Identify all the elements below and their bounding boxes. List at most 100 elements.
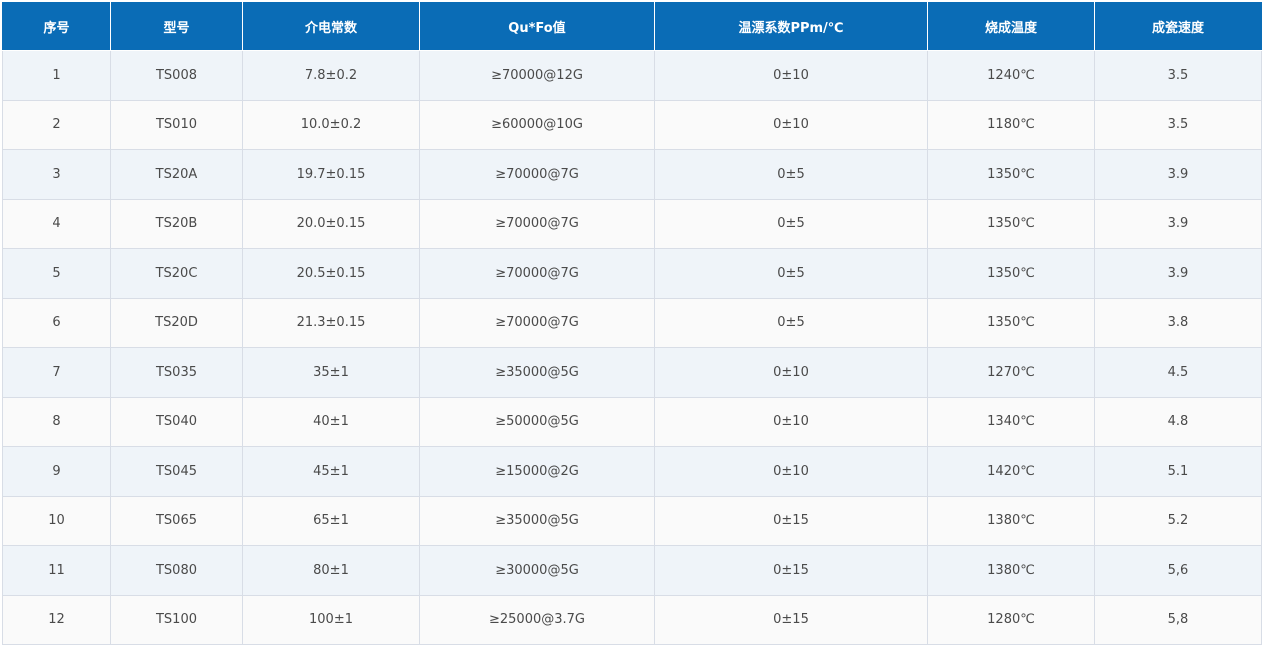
cell-model: TS100 (110, 594, 243, 645)
cell-qu-fo: ≥35000@5G (419, 495, 655, 546)
cell-sintering-temp: 1340℃ (927, 396, 1095, 447)
table-row: 9 TS045 45±1 ≥15000@2G 0±10 1420℃ 5.1 (2, 446, 1262, 497)
cell-index: 3 (2, 149, 111, 200)
table-row: 10 TS065 65±1 ≥35000@5G 0±15 1380℃ 5.2 (2, 495, 1262, 546)
cell-qu-fo: ≥70000@7G (419, 198, 655, 249)
cell-model: TS065 (110, 495, 243, 546)
cell-sintering-temp: 1380℃ (927, 545, 1095, 596)
cell-temp-coefficient: 0±10 (654, 50, 928, 101)
cell-dielectric-constant: 19.7±0.15 (242, 149, 420, 200)
cell-model: TS20D (110, 297, 243, 348)
cell-index: 2 (2, 99, 111, 150)
cell-dielectric-constant: 80±1 (242, 545, 420, 596)
cell-dielectric-constant: 65±1 (242, 495, 420, 546)
cell-densification-rate: 5.1 (1094, 446, 1262, 497)
cell-model: TS20B (110, 198, 243, 249)
cell-sintering-temp: 1380℃ (927, 495, 1095, 546)
cell-dielectric-constant: 100±1 (242, 594, 420, 645)
cell-densification-rate: 3.9 (1094, 149, 1262, 200)
table-body: 1 TS008 7.8±0.2 ≥70000@12G 0±10 1240℃ 3.5 2 TS01… (2, 50, 1262, 645)
header-cell-model: 型号 (110, 2, 243, 51)
cell-densification-rate: 3.5 (1094, 99, 1262, 150)
table-header: 序号 型号 介电常数 Qu*Fo值 温漂系数PPm/℃ 烧成温度 成瓷速度 (2, 2, 1262, 51)
table-row: 2 TS010 10.0±0.2 ≥60000@10G 0±10 1180℃ 3.5 (2, 99, 1262, 150)
cell-densification-rate: 4.5 (1094, 347, 1262, 398)
cell-sintering-temp: 1350℃ (927, 248, 1095, 299)
cell-densification-rate: 3.8 (1094, 297, 1262, 348)
cell-qu-fo: ≥15000@2G (419, 446, 655, 497)
cell-index: 10 (2, 495, 111, 546)
cell-densification-rate: 4.8 (1094, 396, 1262, 447)
cell-model: TS20A (110, 149, 243, 200)
cell-qu-fo: ≥25000@3.7G (419, 594, 655, 645)
cell-model: TS040 (110, 396, 243, 447)
cell-temp-coefficient: 0±15 (654, 495, 928, 546)
table-row: 6 TS20D 21.3±0.15 ≥70000@7G 0±5 1350℃ 3.8 (2, 297, 1262, 348)
cell-dielectric-constant: 7.8±0.2 (242, 50, 420, 101)
cell-model: TS20C (110, 248, 243, 299)
cell-qu-fo: ≥70000@12G (419, 50, 655, 101)
table-row: 11 TS080 80±1 ≥30000@5G 0±15 1380℃ 5,6 (2, 545, 1262, 596)
cell-sintering-temp: 1280℃ (927, 594, 1095, 645)
cell-index: 4 (2, 198, 111, 249)
cell-qu-fo: ≥60000@10G (419, 99, 655, 150)
header-row: 序号 型号 介电常数 Qu*Fo值 温漂系数PPm/℃ 烧成温度 成瓷速度 (2, 2, 1262, 51)
cell-densification-rate: 5,6 (1094, 545, 1262, 596)
cell-dielectric-constant: 20.0±0.15 (242, 198, 420, 249)
cell-index: 5 (2, 248, 111, 299)
cell-model: TS035 (110, 347, 243, 398)
cell-index: 6 (2, 297, 111, 348)
cell-index: 9 (2, 446, 111, 497)
cell-model: TS010 (110, 99, 243, 150)
cell-qu-fo: ≥70000@7G (419, 297, 655, 348)
cell-qu-fo: ≥35000@5G (419, 347, 655, 398)
table-row: 3 TS20A 19.7±0.15 ≥70000@7G 0±5 1350℃ 3.9 (2, 149, 1262, 200)
cell-sintering-temp: 1420℃ (927, 446, 1095, 497)
header-cell-index: 序号 (2, 2, 111, 51)
cell-densification-rate: 3.9 (1094, 198, 1262, 249)
cell-sintering-temp: 1240℃ (927, 50, 1095, 101)
cell-model: TS008 (110, 50, 243, 101)
cell-index: 8 (2, 396, 111, 447)
cell-densification-rate: 5,8 (1094, 594, 1262, 645)
table-row: 8 TS040 40±1 ≥50000@5G 0±10 1340℃ 4.8 (2, 396, 1262, 447)
cell-dielectric-constant: 45±1 (242, 446, 420, 497)
cell-temp-coefficient: 0±5 (654, 198, 928, 249)
cell-index: 12 (2, 594, 111, 645)
cell-model: TS080 (110, 545, 243, 596)
cell-densification-rate: 3.5 (1094, 50, 1262, 101)
cell-index: 11 (2, 545, 111, 596)
header-cell-sintering-temp: 烧成温度 (927, 2, 1095, 51)
cell-qu-fo: ≥70000@7G (419, 149, 655, 200)
table-row: 5 TS20C 20.5±0.15 ≥70000@7G 0±5 1350℃ 3.9 (2, 248, 1262, 299)
cell-model: TS045 (110, 446, 243, 497)
cell-densification-rate: 5.2 (1094, 495, 1262, 546)
product-spec-table: 序号 型号 介电常数 Qu*Fo值 温漂系数PPm/℃ 烧成温度 成瓷速度 1T… (2, 2, 1262, 645)
header-cell-dielectric-constant: 介电常数 (242, 2, 420, 51)
cell-qu-fo: ≥50000@5G (419, 396, 655, 447)
product-spec-table-container: 序号 型号 介电常数 Qu*Fo值 温漂系数PPm/℃ 烧成温度 成瓷速度 1T… (2, 2, 1262, 645)
table-row: 7 TS035 35±1 ≥35000@5G 0±10 1270℃ 4.5 (2, 347, 1262, 398)
cell-sintering-temp: 1180℃ (927, 99, 1095, 150)
cell-sintering-temp: 1270℃ (927, 347, 1095, 398)
cell-temp-coefficient: 0±15 (654, 594, 928, 645)
cell-sintering-temp: 1350℃ (927, 297, 1095, 348)
cell-temp-coefficient: 0±10 (654, 347, 928, 398)
header-cell-temp-coefficient: 温漂系数PPm/℃ (654, 2, 928, 51)
cell-temp-coefficient: 0±5 (654, 149, 928, 200)
cell-dielectric-constant: 10.0±0.2 (242, 99, 420, 150)
table-row: 4 TS20B 20.0±0.15 ≥70000@7G 0±5 1350℃ 3.9 (2, 198, 1262, 249)
cell-densification-rate: 3.9 (1094, 248, 1262, 299)
cell-temp-coefficient: 0±10 (654, 99, 928, 150)
cell-index: 7 (2, 347, 111, 398)
header-cell-densification-rate: 成瓷速度 (1094, 2, 1262, 51)
cell-temp-coefficient: 0±5 (654, 297, 928, 348)
cell-dielectric-constant: 21.3±0.15 (242, 297, 420, 348)
cell-qu-fo: ≥30000@5G (419, 545, 655, 596)
cell-dielectric-constant: 40±1 (242, 396, 420, 447)
cell-qu-fo: ≥70000@7G (419, 248, 655, 299)
cell-temp-coefficient: 0±15 (654, 545, 928, 596)
cell-temp-coefficient: 0±10 (654, 446, 928, 497)
table-row: 1 TS008 7.8±0.2 ≥70000@12G 0±10 1240℃ 3.5 (2, 50, 1262, 101)
cell-dielectric-constant: 35±1 (242, 347, 420, 398)
